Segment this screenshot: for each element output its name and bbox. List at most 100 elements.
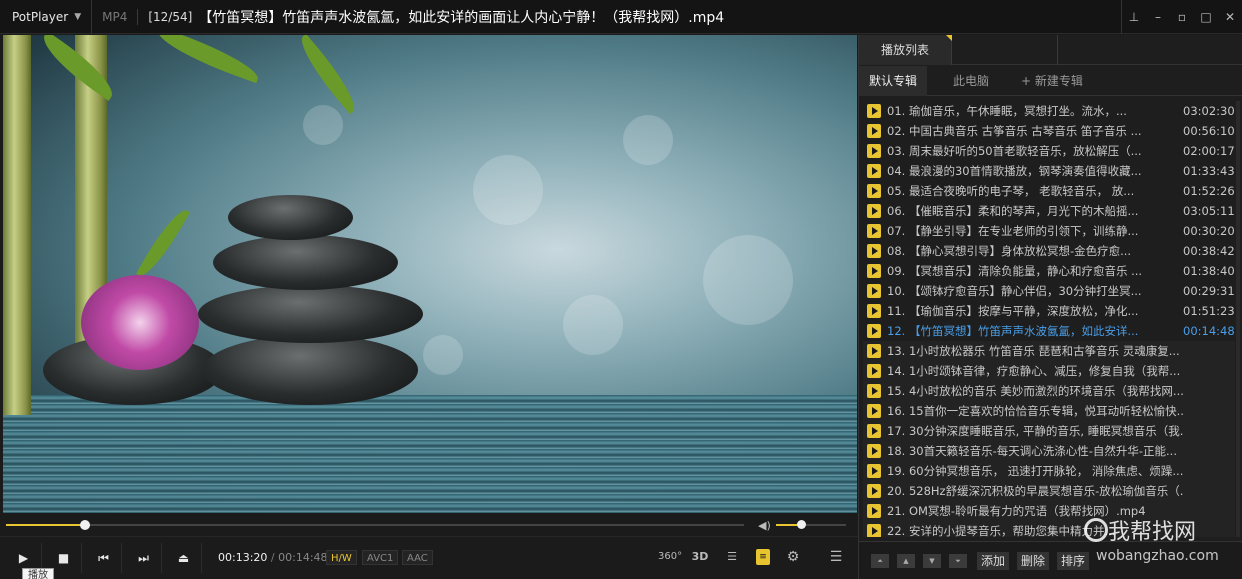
- playlist-position: [12/54]: [148, 9, 193, 24]
- video-frame[interactable]: [3, 35, 857, 513]
- list-item[interactable]: 02. 中国古典音乐 古筝音乐 古琴音乐 笛子音乐 ... 00:56:10: [863, 121, 1235, 141]
- 360-icon[interactable]: 360°: [658, 545, 682, 569]
- move-down-icon[interactable]: ▼: [923, 554, 941, 568]
- list-item-duration: 01:33:43: [1183, 164, 1235, 178]
- bokeh: [623, 115, 673, 165]
- list-item[interactable]: 11. 【瑜伽音乐】按摩与平静，深度放松，净化... 01:51:23: [863, 301, 1235, 321]
- new-album-button[interactable]: + 新建专辑: [999, 66, 1093, 96]
- prev-button[interactable]: ⏮: [86, 543, 122, 573]
- list-item-duration: 01:52:26: [1183, 184, 1235, 198]
- move-up-icon[interactable]: ▲: [897, 554, 915, 568]
- play-icon: [867, 404, 881, 418]
- list-item-title: 03. 周末最好听的50首老歌轻音乐，放松解压（...: [887, 144, 1142, 158]
- play-icon: [867, 524, 881, 537]
- close-icon[interactable]: ✕: [1218, 10, 1242, 24]
- format-label: MP4: [102, 9, 128, 24]
- bokeh: [303, 105, 343, 145]
- list-item[interactable]: 05. 最适合夜晚听的电子琴， 老歌轻音乐， 放... 01:52:26: [863, 181, 1235, 201]
- seek-progress: [6, 524, 85, 526]
- play-icon: [867, 224, 881, 238]
- stone: [198, 285, 423, 343]
- play-icon: [867, 184, 881, 198]
- list-item[interactable]: 14. 1小时颂钵音律，疗愈静心、减压，修复自我（我帮...: [863, 361, 1235, 381]
- list-item-title: 07. 【静坐引导】在专业老师的引领下，训练静...: [887, 224, 1139, 238]
- list-item[interactable]: 06. 【催眠音乐】柔和的琴声，月光下的木船摇... 03:05:11: [863, 201, 1235, 221]
- volume-handle[interactable]: [796, 520, 806, 529]
- hw-decode-badge[interactable]: H/W: [326, 550, 357, 565]
- list-item-duration: 03:02:30: [1183, 104, 1235, 118]
- settings-icon[interactable]: ⚙: [781, 545, 805, 569]
- seek-bar[interactable]: [6, 520, 744, 530]
- list-item[interactable]: 17. 30分钟深度睡眠音乐, 平静的音乐, 睡眠冥想音乐（我...: [863, 421, 1235, 441]
- list-item-title: 11. 【瑜伽音乐】按摩与平静，深度放松，净化...: [887, 304, 1139, 318]
- time-display: 00:13:20 / 00:14:48: [218, 551, 328, 564]
- list-item[interactable]: 12. 【竹笛冥想】竹笛声声水波氤氲，如此安详... 00:14:48: [863, 321, 1235, 341]
- tab-this-pc[interactable]: 此电脑: [927, 66, 999, 96]
- prev-icon: ⏮: [98, 550, 109, 565]
- minimize-icon[interactable]: –: [1146, 10, 1170, 24]
- eject-button[interactable]: ⏏: [166, 543, 202, 573]
- list-item[interactable]: 15. 4小时放松的音乐 美妙而激烈的环境音乐（我帮找网...: [863, 381, 1235, 401]
- menu-icon[interactable]: ☰: [824, 545, 848, 569]
- list-item[interactable]: 18. 30首天籁轻音乐-每天调心洗涤心性-自然升华-正能...: [863, 441, 1235, 461]
- delete-button[interactable]: 删除: [1017, 552, 1050, 570]
- list-item-duration: 00:56:10: [1183, 124, 1235, 138]
- list-item[interactable]: 19. 60分钟冥想音乐， 迅速打开脉轮， 消除焦虑、烦躁...: [863, 461, 1235, 481]
- list-item[interactable]: 03. 周末最好听的50首老歌轻音乐，放松解压（... 02:00:17: [863, 141, 1235, 161]
- list-item[interactable]: 08. 【静心冥想引导】身体放松冥想-金色疗愈... 00:38:42: [863, 241, 1235, 261]
- list-item[interactable]: 04. 最浪漫的30首情歌播放，钢琴演奏值得收藏... 01:33:43: [863, 161, 1235, 181]
- next-button[interactable]: ⏭: [126, 543, 162, 573]
- pin-icon[interactable]: ⊥: [1122, 10, 1146, 24]
- play-icon: [867, 124, 881, 138]
- play-icon: [867, 344, 881, 358]
- seek-row: ◀): [0, 514, 858, 536]
- list-item-title: 14. 1小时颂钵音律，疗愈静心、减压，修复自我（我帮...: [887, 364, 1181, 378]
- list-item[interactable]: 16. 15首你一定喜欢的恰恰音乐专辑，悦耳动听轻松愉快...: [863, 401, 1235, 421]
- play-icon: [867, 304, 881, 318]
- tab-playlist[interactable]: 播放列表: [859, 35, 953, 65]
- stone: [213, 235, 398, 290]
- volume-slider[interactable]: [776, 520, 846, 529]
- video-codec-badge[interactable]: AVC1: [362, 550, 399, 565]
- move-top-icon[interactable]: ⏶: [871, 554, 889, 568]
- tooltip: 播放: [22, 568, 54, 579]
- app-menu-button[interactable]: PotPlayer ▼: [0, 0, 93, 34]
- list-item-duration: 00:30:20: [1183, 224, 1235, 238]
- play-icon: [867, 244, 881, 258]
- list-item[interactable]: 20. 528Hz舒缓深沉积极的早晨冥想音乐-放松瑜伽音乐（...: [863, 481, 1235, 501]
- seek-handle[interactable]: [79, 520, 90, 530]
- playlist-search-icon[interactable]: ☰: [720, 545, 744, 569]
- audio-codec-badge[interactable]: AAC: [402, 550, 433, 565]
- watermark-url: wobangzhao.com: [1096, 548, 1219, 564]
- eject-icon: ⏏: [177, 551, 190, 565]
- list-item-duration: 01:38:40: [1183, 264, 1235, 278]
- list-item[interactable]: 09. 【冥想音乐】清除负能量，静心和疗愈音乐 ... 01:38:40: [863, 261, 1235, 281]
- play-icon: [867, 324, 881, 338]
- list-item[interactable]: 07. 【静坐引导】在专业老师的引领下，训练静... 00:30:20: [863, 221, 1235, 241]
- bokeh: [563, 295, 623, 355]
- tab-default-album[interactable]: 默认专辑: [859, 65, 928, 96]
- app-name: PotPlayer: [12, 9, 69, 24]
- 3d-icon[interactable]: 3D: [688, 545, 712, 569]
- mini-mode-icon[interactable]: ▫: [1170, 10, 1194, 24]
- flower: [81, 275, 199, 370]
- add-button[interactable]: 添加: [977, 552, 1010, 570]
- play-icon: [867, 204, 881, 218]
- playlist-scrollbar[interactable]: [1236, 101, 1240, 537]
- list-item-duration: 01:51:23: [1183, 304, 1235, 318]
- album-tabs: 默认专辑 此电脑 + 新建专辑: [859, 65, 1242, 96]
- list-item-title: 01. 瑜伽音乐，午休睡眠，冥想打坐。流水，...: [887, 104, 1127, 118]
- list-item-title: 13. 1小时放松器乐 竹笛音乐 琵琶和古筝音乐 灵魂康复...: [887, 344, 1180, 358]
- playlist-icon[interactable]: ≡: [756, 549, 770, 565]
- bokeh: [703, 235, 793, 325]
- play-icon: [867, 384, 881, 398]
- move-bottom-icon[interactable]: ⏷: [949, 554, 967, 568]
- tab-empty[interactable]: [952, 35, 1059, 65]
- maximize-icon[interactable]: □: [1194, 10, 1218, 24]
- playlist-panel: 播放列表 默认专辑 此电脑 + 新建专辑 01. 瑜伽音乐，午休睡眠，冥想打坐。…: [858, 35, 1242, 579]
- list-item[interactable]: 10. 【颂钵疗愈音乐】静心伴侣，30分钟打坐冥... 00:29:31: [863, 281, 1235, 301]
- play-icon: [867, 444, 881, 458]
- list-item[interactable]: 01. 瑜伽音乐，午休睡眠，冥想打坐。流水，... 03:02:30: [863, 101, 1235, 121]
- list-item[interactable]: 13. 1小时放松器乐 竹笛音乐 琵琶和古筝音乐 灵魂康复...: [863, 341, 1235, 361]
- volume-icon[interactable]: ◀): [758, 519, 771, 532]
